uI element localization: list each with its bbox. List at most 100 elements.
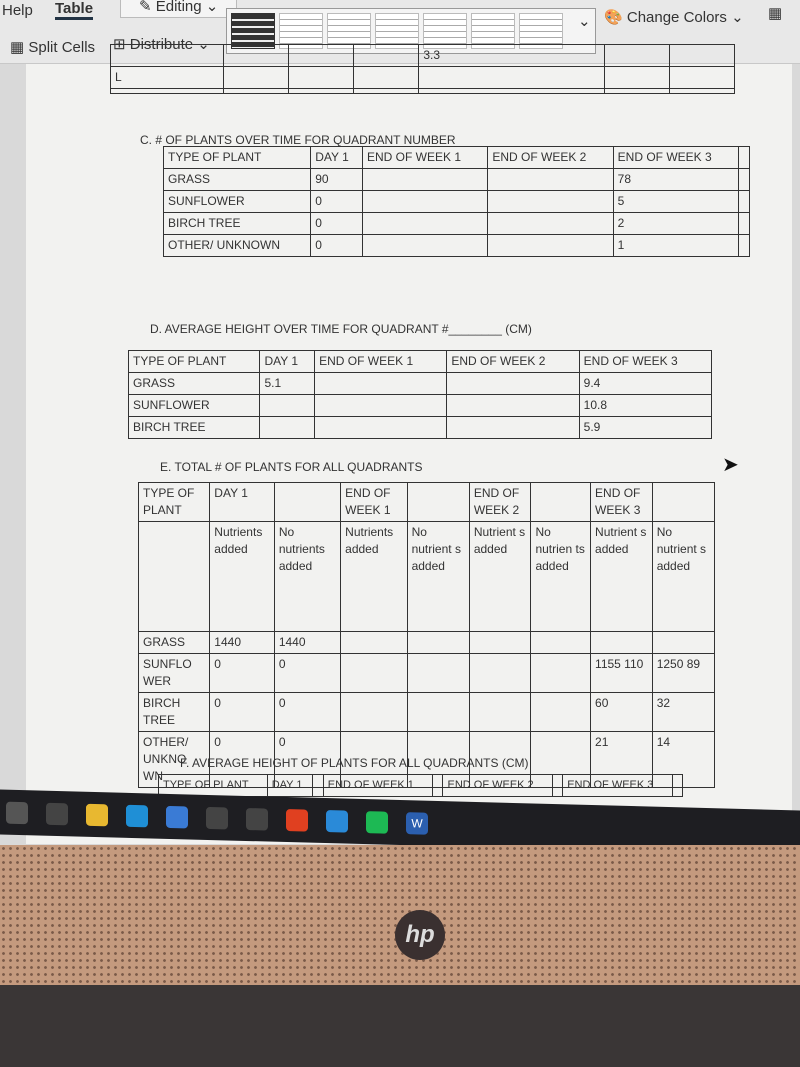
table-cell[interactable]: [340, 653, 408, 693]
table-cell[interactable]: [446, 372, 580, 395]
table-cell[interactable]: TYPE OF PLANT: [127, 350, 261, 373]
table-cell[interactable]: [668, 88, 736, 94]
table-cell[interactable]: [223, 66, 290, 89]
split-cells-button[interactable]: ▦ Split Cells: [10, 38, 95, 56]
table-cell[interactable]: [353, 66, 420, 89]
table-cell[interactable]: [668, 66, 736, 89]
table-cell[interactable]: END OF WEEK 1: [322, 774, 434, 797]
table-cell[interactable]: BIRCH TREE: [162, 212, 312, 235]
table-cell[interactable]: 1250 89: [651, 653, 716, 693]
table-cell[interactable]: [432, 774, 444, 797]
task-view-icon[interactable]: [46, 802, 68, 825]
table-cell[interactable]: [353, 88, 420, 94]
table-cell[interactable]: [468, 631, 532, 654]
change-colors-button[interactable]: 🎨 Change Colors ⌄: [604, 8, 744, 26]
table-cell[interactable]: Nutrient s added: [590, 521, 653, 632]
table-cell[interactable]: 10.8: [578, 394, 713, 417]
table-cell[interactable]: [109, 88, 225, 94]
table-cell[interactable]: [109, 44, 225, 67]
office-icon[interactable]: [286, 808, 308, 832]
table-cell[interactable]: [406, 692, 470, 732]
table-cell[interactable]: END OF WEEK 1: [340, 482, 408, 522]
table-cell[interactable]: END OF WEEK 1: [362, 146, 489, 169]
table-cell[interactable]: No nutrient s added: [651, 521, 716, 632]
table-cell[interactable]: [530, 482, 592, 522]
table-cell[interactable]: 9.4: [578, 372, 713, 395]
search-icon[interactable]: [6, 801, 28, 824]
table-cell[interactable]: END OF WEEK 2: [468, 482, 532, 522]
table-cell[interactable]: 90: [310, 168, 364, 191]
table-cell[interactable]: 0: [273, 653, 342, 693]
tab-table[interactable]: Table: [55, 0, 94, 20]
table-cell[interactable]: SUNFLO WER: [137, 653, 211, 693]
table-cell[interactable]: 0: [310, 212, 364, 235]
tab-help[interactable]: Help: [2, 2, 33, 19]
table-cell[interactable]: [738, 146, 750, 169]
table-cell[interactable]: 0: [209, 653, 275, 693]
table-cell[interactable]: END OF WEEK 3: [578, 350, 713, 373]
table-cell[interactable]: BIRCH TREE: [127, 416, 261, 439]
table-cell[interactable]: [406, 631, 470, 654]
table-cell[interactable]: [738, 212, 750, 235]
table-cell[interactable]: [551, 774, 564, 797]
table-cell[interactable]: [288, 88, 355, 94]
file-explorer-icon[interactable]: [86, 803, 108, 826]
table-cell[interactable]: [137, 521, 211, 632]
table-cell[interactable]: [590, 631, 653, 654]
table-cell[interactable]: END OF WEEK 2: [442, 774, 553, 797]
table-cell[interactable]: [273, 482, 342, 522]
table-cell[interactable]: [487, 168, 614, 191]
table-cell[interactable]: [288, 44, 355, 67]
word-icon[interactable]: W: [406, 811, 428, 835]
table-cell[interactable]: 1440: [273, 631, 342, 654]
table-cell[interactable]: Nutrient s added: [468, 521, 532, 632]
table-cell[interactable]: [353, 44, 420, 67]
table-cell[interactable]: [603, 44, 670, 67]
mail-icon[interactable]: [326, 809, 348, 833]
table-cell[interactable]: [259, 394, 316, 417]
table-cell[interactable]: SUNFLOWER: [127, 394, 261, 417]
table-cell[interactable]: END OF WEEK 3: [562, 774, 673, 797]
store-icon[interactable]: [166, 805, 188, 828]
table-cell[interactable]: 0: [310, 190, 364, 213]
table-cell[interactable]: [288, 66, 355, 89]
table-cell[interactable]: [223, 88, 290, 94]
table-cell[interactable]: [362, 168, 489, 191]
table-cell[interactable]: [314, 394, 448, 417]
table-cell[interactable]: TYPE OF PLANT: [137, 482, 211, 522]
table-cell[interactable]: SUNFLOWER: [162, 190, 312, 213]
table-cell[interactable]: DAY 1: [259, 350, 316, 373]
table-cell[interactable]: [312, 774, 324, 797]
table-cell[interactable]: No nutrients added: [273, 521, 342, 632]
table-cell[interactable]: [530, 692, 592, 732]
table-cell[interactable]: GRASS: [127, 372, 261, 395]
table-cell[interactable]: 0: [273, 692, 342, 732]
table-cell[interactable]: [668, 44, 736, 67]
table-cell[interactable]: [418, 88, 605, 94]
table-cell[interactable]: [446, 416, 580, 439]
table-cell[interactable]: [362, 234, 489, 257]
table-cell[interactable]: 0: [209, 692, 275, 732]
table-cell[interactable]: [530, 631, 592, 654]
table-cell[interactable]: GRASS: [162, 168, 312, 191]
table-cell[interactable]: 32: [651, 692, 716, 732]
table-cell[interactable]: 3.3: [418, 44, 605, 67]
table-cell[interactable]: [259, 416, 316, 439]
table-cell[interactable]: 0: [310, 234, 364, 257]
table-cell[interactable]: [340, 631, 408, 654]
table-cell[interactable]: Nutrients added: [340, 521, 408, 632]
table-cell[interactable]: TYPE OF PLANT: [162, 146, 312, 169]
table-cell[interactable]: [603, 88, 670, 94]
table-cell[interactable]: [738, 190, 750, 213]
gallery-expand-chevron-icon[interactable]: ⌄: [578, 12, 591, 30]
table-cell[interactable]: [671, 774, 684, 797]
dropbox-icon[interactable]: [206, 806, 228, 829]
table-cell[interactable]: [738, 168, 750, 191]
table-cell[interactable]: 60: [590, 692, 653, 732]
table-cell[interactable]: [468, 653, 532, 693]
table-cell[interactable]: [468, 692, 532, 732]
table-cell[interactable]: [406, 653, 470, 693]
table-cell[interactable]: [651, 631, 716, 654]
table-cell[interactable]: 5.1: [259, 372, 316, 395]
table-cell[interactable]: [406, 482, 470, 522]
